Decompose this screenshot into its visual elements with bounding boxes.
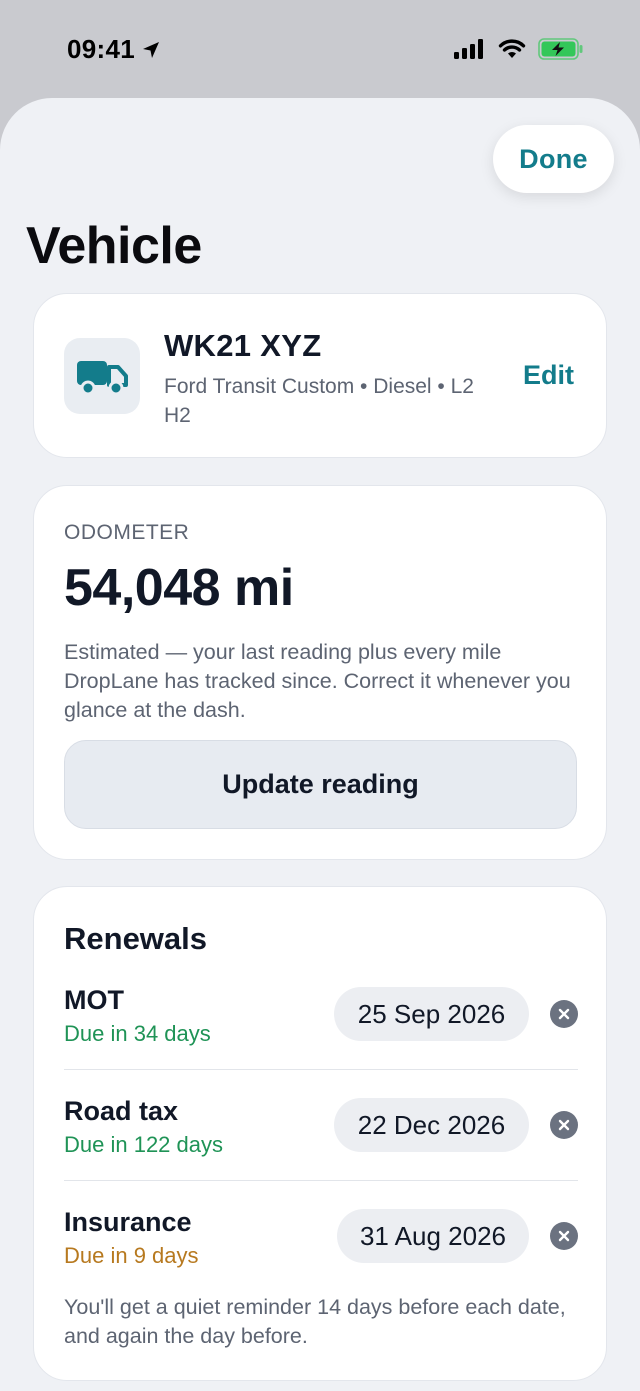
renewals-card: Renewals MOT Due in 34 days 25 Sep 2026 … xyxy=(33,886,607,1381)
renewal-name: MOT xyxy=(64,985,124,1015)
close-icon xyxy=(558,1119,570,1131)
close-icon xyxy=(558,1008,570,1020)
clear-date-button[interactable] xyxy=(550,1000,578,1028)
vehicle-card: WK21 XYZ Ford Transit Custom • Diesel • … xyxy=(33,293,607,458)
vehicle-plate: WK21 XYZ xyxy=(164,328,322,363)
odometer-card: ODOMETER 54,048 mi Estimated — your last… xyxy=(33,485,607,860)
status-time: 09:41 xyxy=(67,34,161,65)
battery-charging-icon xyxy=(538,38,583,60)
renewal-due: Due in 34 days xyxy=(64,1021,211,1046)
renewal-due: Due in 9 days xyxy=(64,1243,199,1268)
odometer-value: 54,048 mi xyxy=(64,559,294,617)
van-icon-tile xyxy=(64,338,140,414)
status-bar: 09:41 xyxy=(0,0,640,100)
divider xyxy=(64,1069,578,1070)
update-reading-button[interactable]: Update reading xyxy=(64,740,577,829)
divider xyxy=(64,1180,578,1181)
wifi-icon xyxy=(498,39,526,58)
renewal-row-mot: MOT Due in 34 days 25 Sep 2026 xyxy=(64,985,578,1096)
edit-vehicle-button[interactable]: Edit xyxy=(523,360,574,391)
renewal-row-road-tax: Road tax Due in 122 days 22 Dec 2026 xyxy=(64,1096,578,1207)
done-button[interactable]: Done xyxy=(493,125,614,193)
renewal-date-pill[interactable]: 31 Aug 2026 xyxy=(337,1209,529,1263)
cellular-signal-icon xyxy=(454,39,483,59)
renewal-date-pill[interactable]: 22 Dec 2026 xyxy=(334,1098,529,1152)
location-arrow-icon xyxy=(143,41,159,58)
van-icon xyxy=(77,361,128,396)
status-icons xyxy=(454,38,584,60)
renewal-name: Insurance xyxy=(64,1207,192,1237)
clear-date-button[interactable] xyxy=(550,1222,578,1250)
odometer-note: Estimated — your last reading plus every… xyxy=(64,640,571,722)
renewals-title: Renewals xyxy=(64,921,208,956)
clear-date-button[interactable] xyxy=(550,1111,578,1139)
odometer-label: ODOMETER xyxy=(64,521,190,544)
renewals-note: You'll get a quiet reminder 14 days befo… xyxy=(64,1295,566,1348)
status-time-text: 09:41 xyxy=(67,34,135,64)
close-icon xyxy=(558,1230,570,1242)
renewal-name: Road tax xyxy=(64,1096,179,1126)
renewal-date-pill[interactable]: 25 Sep 2026 xyxy=(334,987,529,1041)
renewal-due: Due in 122 days xyxy=(64,1132,223,1157)
page-title: Vehicle xyxy=(26,217,202,275)
vehicle-description: Ford Transit Custom • Diesel • L2 H2 xyxy=(164,375,474,427)
